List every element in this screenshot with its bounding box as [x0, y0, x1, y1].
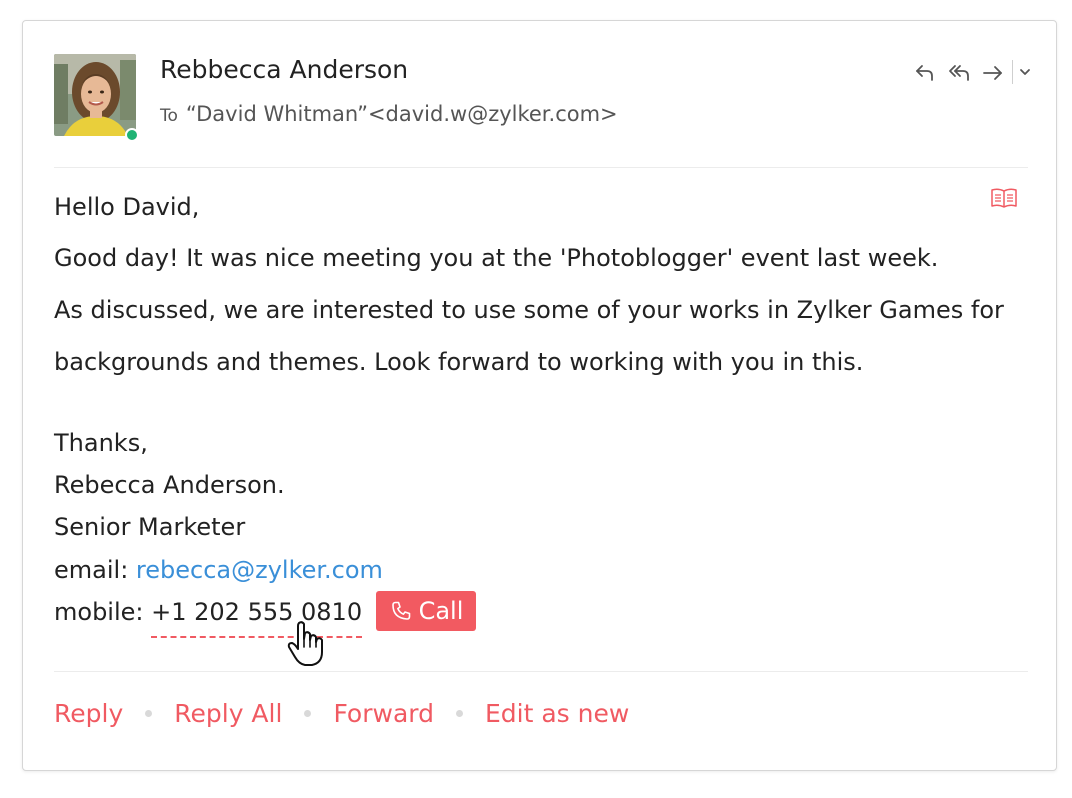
body-line-1: Good day! It was nice meeting you at the… — [54, 244, 939, 272]
hand-pointer-cursor-icon — [287, 621, 323, 666]
email-label: email: — [54, 556, 136, 584]
call-button[interactable]: Call — [376, 591, 476, 631]
footer-divider — [54, 671, 1028, 672]
recipient-line: To “David Whitman”<david.w@zylker.com> — [160, 102, 618, 126]
email-card: Rebbecca Anderson To “David Whitman”<davi… — [22, 20, 1057, 771]
forward-icon[interactable] — [980, 59, 1006, 85]
phone-icon — [391, 601, 410, 620]
forward-link[interactable]: Forward — [333, 699, 434, 728]
body-line-2: As discussed, we are interested to use s… — [54, 296, 1004, 324]
reply-link[interactable]: Reply — [54, 699, 123, 728]
reading-view-icon[interactable] — [990, 186, 1018, 210]
separator-dot — [145, 710, 153, 717]
body-line-3: backgrounds and themes. Look forward to … — [54, 348, 864, 376]
greeting: Hello David, — [54, 193, 200, 221]
recipient-address[interactable]: “David Whitman”<david.w@zylker.com> — [186, 102, 618, 126]
online-status-indicator — [125, 128, 139, 142]
signature-email-row: email: rebecca@zylker.com — [54, 556, 383, 584]
chevron-down-icon[interactable] — [1017, 64, 1033, 80]
signature-name: Rebecca Anderson. — [54, 471, 285, 499]
separator-dot — [455, 710, 463, 717]
edit-as-new-link[interactable]: Edit as new — [485, 699, 629, 728]
mobile-label: mobile: — [54, 598, 152, 626]
avatar-image — [54, 54, 136, 136]
header-actions — [912, 59, 1033, 85]
call-button-label: Call — [418, 597, 464, 625]
footer-actions: Reply Reply All Forward Edit as new — [54, 699, 629, 728]
avatar[interactable] — [54, 54, 136, 136]
separator-dot — [304, 710, 312, 717]
email-link[interactable]: rebecca@zylker.com — [136, 556, 383, 584]
reply-icon[interactable] — [912, 59, 938, 85]
to-label: To — [160, 106, 178, 126]
signature-title: Senior Marketer — [54, 513, 246, 541]
actions-separator — [1012, 60, 1013, 84]
sender-name[interactable]: Rebbecca Anderson — [160, 55, 408, 84]
reply-all-link[interactable]: Reply All — [174, 699, 282, 728]
header-divider — [54, 167, 1028, 168]
closing: Thanks, — [54, 429, 148, 457]
reply-all-icon[interactable] — [946, 59, 972, 85]
